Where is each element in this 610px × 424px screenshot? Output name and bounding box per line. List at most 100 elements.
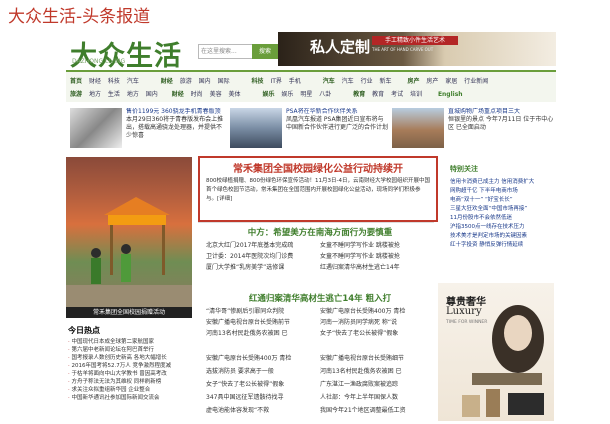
list-item[interactable]: 河南13名村民赴俄务农被困 已 — [206, 328, 314, 339]
list-item[interactable]: 选拔消防员 要求高于一般 — [206, 365, 314, 378]
list-item[interactable]: 安徽广电原台长受贿400万 青检 — [206, 352, 314, 365]
strip-item-title[interactable]: 直城购物广场重点项目三大 — [448, 108, 554, 116]
list-item[interactable]: 人社部：今年上半年国保人数 — [320, 391, 434, 404]
list-item[interactable]: 广东湛江一渔政腐败案被追踪 — [320, 378, 434, 391]
nav-item[interactable]: 教育 — [372, 89, 384, 98]
strip-item-text: 凤凰汽车报道 PSA集团近日宣布将与中国新合作伙伴进行更广泛的合作计划 — [286, 116, 388, 131]
nav-item[interactable]: 行业新闻 — [464, 76, 488, 85]
list-item[interactable]: · 求关注众拟重组新华园 企业整合 — [68, 386, 194, 394]
featured-article-title[interactable]: 常禾集团全国校园绿化公益行动持续开 — [198, 160, 438, 175]
list-item[interactable]: 北京大红门2017年底基本完成疏 — [206, 240, 314, 251]
list-item[interactable]: “清华哥”惨剧后引罪同众判院 — [206, 306, 314, 317]
news-list-right: 女童不睡同学写作业 跳楼被抢 女童不睡同学写作业 跳楼被抢 红遇归案清华高材生逃… — [320, 240, 434, 273]
list-item[interactable]: 我国今年21个地区调整最低工资 — [320, 404, 434, 417]
strip-thumbnail[interactable] — [230, 108, 282, 148]
nav-item[interactable]: 手机 — [289, 76, 301, 85]
news-list-left-3: 安徽广电原台长受贿400万 青检 选拔消防员 要求高于一般 女子“快去了老公长被… — [206, 352, 314, 417]
nav-item[interactable]: 旅游 — [70, 89, 82, 98]
list-item[interactable]: 信用卡消费已成主力 信用消费扩大 — [450, 178, 554, 187]
nav-item[interactable]: 生活 — [108, 89, 120, 98]
list-item[interactable]: 技术美才是判定市场的关键因素 — [450, 232, 554, 241]
news-subheadline[interactable]: 中方：希望美方在南海方面行为要慎重 — [204, 226, 436, 238]
site-logo[interactable]: 大众生活 — [70, 34, 182, 73]
list-item[interactable]: · 方舟子称法无法为其维权 同样刷新榜 — [68, 378, 194, 386]
nav-item[interactable]: 教育 — [353, 89, 365, 98]
news-list-left: 北京大红门2017年底基本完成疏 卫计委：2014年医院次均门诊费 厦门大学推“… — [206, 240, 314, 273]
nav-item[interactable]: 娱乐 — [262, 89, 274, 98]
list-item[interactable]: · 中国现代日本成全球第二家航国家 — [68, 338, 194, 346]
nav-item[interactable]: 美容 — [210, 89, 222, 98]
nav-item[interactable]: 八卦 — [319, 89, 331, 98]
list-item[interactable]: 河南13名村民赴俄务农被困 已 — [320, 365, 434, 378]
list-bullet: · — [68, 339, 70, 345]
nav-item[interactable]: 家居 — [445, 76, 457, 85]
nav-item[interactable]: 房产 — [426, 76, 438, 85]
nav-item[interactable]: 国际 — [218, 76, 230, 85]
list-item[interactable]: 卫计委：2014年医院次均门诊费 — [206, 251, 314, 262]
nav-item[interactable]: 考试 — [391, 89, 403, 98]
list-item[interactable]: · 2016年国考将52.7万人 竞争激烈程度减 — [68, 362, 194, 370]
list-item[interactable]: · 于枯羊将面向中山大学教书 曾因高考改 — [68, 370, 194, 378]
list-item[interactable]: 虚电池能体容发现“不救 — [206, 404, 314, 417]
featured-article-body: 800校绿植捐赠、800份绿色环保宣传活动！11月3日-4日，云南财经大学校园组… — [206, 178, 430, 202]
nav-item[interactable]: 汽车 — [323, 76, 335, 85]
headline-photo-caption[interactable]: 常禾集团全国校园捐赠活动 — [66, 307, 192, 318]
nav-item[interactable]: 科技 — [108, 76, 120, 85]
nav-item[interactable]: 科技 — [252, 76, 264, 85]
nav-item[interactable]: 地方 — [89, 89, 101, 98]
nav-item[interactable]: 国内 — [199, 76, 211, 85]
list-item[interactable]: · 中国新华通讯社参加国际新闻交流会 — [68, 394, 194, 402]
list-item[interactable]: 网购超千亿 下半年电商市场 — [450, 187, 554, 196]
header-ad-tag: 手工精致小件生活艺术 — [372, 36, 458, 45]
main-nav: 首页 财经 科技 汽车 财经 旅游 国内 国际 科技 IT界 手机 汽车 汽车 … — [66, 70, 556, 102]
list-item[interactable]: 安徽广播电视台原台长受贿细节 — [320, 352, 434, 365]
nav-item[interactable]: 首页 — [70, 76, 82, 85]
list-item[interactable]: 电商“双十一” “好宝长长” — [450, 196, 554, 205]
list-item[interactable]: · 国考报录人数创历史新高 各地大幅增长 — [68, 354, 194, 362]
list-item[interactable]: 347具中国远征军遗骸待找寻 — [206, 391, 314, 404]
list-item[interactable]: 三星大狂欢全面“中国市场再接” — [450, 205, 554, 214]
nav-item[interactable]: 时尚 — [191, 89, 203, 98]
nav-item[interactable]: 旅游 — [180, 76, 192, 85]
nav-item-english[interactable]: English — [438, 91, 463, 98]
list-item[interactable]: 红十字投资 静悄反弹行情延续 — [450, 241, 554, 250]
nav-item[interactable]: 培训 — [410, 89, 422, 98]
nav-item[interactable]: 财经 — [89, 76, 101, 85]
list-item[interactable]: 女童不睡同学写作业 跳楼被抢 — [320, 251, 434, 262]
strip-thumbnail[interactable] — [392, 108, 444, 148]
nav-item[interactable]: 明星 — [300, 89, 312, 98]
header-ad-title: 私人定制 — [310, 38, 371, 56]
list-item[interactable]: 厦门大学推“乳房美学”选修课 — [206, 262, 314, 273]
search-input[interactable]: 在这里搜索... — [198, 44, 254, 59]
nav-item[interactable]: 房产 — [407, 76, 419, 85]
list-item[interactable]: · 第六届中老新闻论坛在阿巴首举行 — [68, 346, 194, 354]
headline-photo[interactable] — [66, 157, 192, 307]
strip-item-text: 本月29日360将于青春版发布会上推出，搭载高通骁龙处理器，并提供不少惊喜 — [126, 116, 224, 139]
nav-row-2: 旅游 地方 生活 地方 国内 财经 时尚 美容 美体 娱乐 娱乐 明星 八卦 教… — [70, 89, 468, 98]
strip-item-title[interactable]: 售价1199元 360骁龙手机青春版顶 — [126, 108, 224, 116]
nav-item[interactable]: 国内 — [146, 89, 158, 98]
list-item[interactable]: 女童不睡同学写作业 跳楼被抢 — [320, 240, 434, 251]
nav-item[interactable]: IT界 — [270, 76, 281, 85]
nav-item[interactable]: 汽车 — [127, 76, 139, 85]
strip-item-title[interactable]: PSA将在华新合作伙伴关系 — [286, 108, 388, 116]
nav-item[interactable]: 财经 — [172, 89, 184, 98]
list-item[interactable]: 女子“快去了老公长被得”假象 — [206, 378, 314, 391]
search-button[interactable]: 搜索 — [252, 44, 278, 59]
strip-thumbnail[interactable] — [70, 108, 122, 148]
list-item[interactable]: 红遇归案清华高材生逃亡14年 — [320, 262, 434, 273]
news-subheadline-2[interactable]: 红通归案清华高材生逃亡14年 粗入打 — [204, 292, 436, 304]
nav-item[interactable]: 新车 — [380, 76, 392, 85]
nav-item[interactable]: 地方 — [127, 89, 139, 98]
nav-item[interactable]: 汽车 — [342, 76, 354, 85]
list-item[interactable]: 安徽广电原台长受贿400万 青检 — [320, 306, 434, 317]
list-item[interactable]: 女子“快去了老公长被得”假象 — [320, 328, 434, 339]
nav-item[interactable]: 行业 — [361, 76, 373, 85]
list-item[interactable]: 沪指3500点一线存在技术压力 — [450, 223, 554, 232]
nav-item[interactable]: 娱乐 — [281, 89, 293, 98]
list-item[interactable]: 11月份股市不会依然低迷 — [450, 214, 554, 223]
nav-item[interactable]: 美体 — [229, 89, 241, 98]
list-item[interactable]: 安徽广播电视台原台长受贿前节 — [206, 317, 314, 328]
list-item[interactable]: 河南一消防员同学病死 称“说 — [320, 317, 434, 328]
nav-item[interactable]: 财经 — [161, 76, 173, 85]
